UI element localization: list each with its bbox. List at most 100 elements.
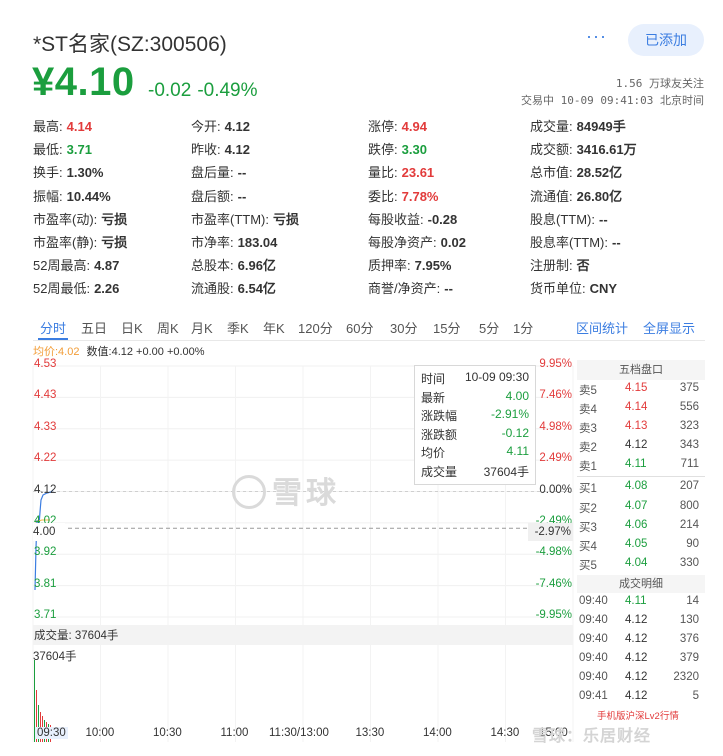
order-price: 4.04 <box>625 556 648 569</box>
y-right-tick: -9.95% <box>535 609 572 621</box>
tooltip-row: 成交量 37604手 <box>421 463 529 482</box>
tooltip-value: -2.91% <box>490 407 529 421</box>
tooltip-row: 均价 4.11 <box>421 444 529 463</box>
order-book-row: 买5 4.04 330 <box>577 555 705 574</box>
trade-row: 09:41 4.12 5 <box>577 688 705 707</box>
tooltip-value: 4.11 <box>506 444 529 458</box>
tooltip-label: 时间 <box>421 372 446 386</box>
tooltip-label: 成交量 <box>421 464 458 479</box>
xueqiu-logo-icon <box>232 475 266 510</box>
trade-price: 4.12 <box>625 614 648 627</box>
trade-row: 09:40 4.12 2320 <box>577 669 705 688</box>
y-right-tick: 4.98% <box>539 420 572 433</box>
trade-time: 09:40 <box>579 633 608 646</box>
order-volume: 375 <box>679 382 699 394</box>
order-book-row: 卖1 4.11 711 <box>577 456 705 475</box>
order-price: 4.12 <box>625 439 648 452</box>
order-book: 五档盘口 卖5 4.15 375 卖4 4.14 556 卖3 4.13 323 卖2 4.12 343… <box>577 360 705 724</box>
y-left-tick: 3.71 <box>34 609 57 621</box>
xueqiu-watermark: 雪球 <box>232 468 340 512</box>
order-level: 卖3 <box>579 423 597 436</box>
order-price: 4.06 <box>625 518 648 531</box>
order-price: 4.14 <box>625 401 648 414</box>
order-book-row: 卖2 4.12 343 <box>577 437 705 456</box>
order-volume: 556 <box>679 401 699 414</box>
y-left-tick: 4.53 <box>34 358 57 370</box>
tooltip-value: 10-09 09:30 <box>464 370 529 384</box>
order-volume: 343 <box>679 439 699 452</box>
trade-row: 09:40 4.12 130 <box>577 612 705 631</box>
order-price: 4.08 <box>625 480 648 493</box>
trade-time: 09:40 <box>579 594 608 607</box>
order-level: 卖2 <box>579 442 597 455</box>
order-price: 4.15 <box>625 382 648 394</box>
trade-price: 4.12 <box>625 652 648 665</box>
volume-value: 37604手 <box>33 651 77 663</box>
trade-row: 09:40 4.12 379 <box>577 650 705 669</box>
trade-price: 4.12 <box>625 690 648 703</box>
order-volume: 711 <box>680 458 699 471</box>
trade-row: 09:40 4.12 376 <box>577 631 705 650</box>
order-level: 买4 <box>579 540 597 553</box>
tooltip-value: -0.12 <box>501 425 529 440</box>
order-book-row: 卖4 4.14 556 <box>577 399 705 418</box>
y-right-tick: -7.46% <box>535 577 572 590</box>
order-book-row: 买3 4.06 214 <box>577 517 705 536</box>
x-tick: 10:30 <box>153 727 182 739</box>
volume-label: 成交量: 37604手 <box>34 630 119 642</box>
lv2-link[interactable]: 手机版沪深Lv2行情 <box>597 708 679 722</box>
tooltip-value: 37604手 <box>483 464 529 479</box>
tooltip-label: 涨跌幅 <box>421 409 458 423</box>
trade-price: 4.12 <box>625 633 648 646</box>
order-book-divider <box>577 476 705 478</box>
order-level: 买3 <box>579 521 597 534</box>
y-left-tick: 3.81 <box>34 577 57 590</box>
trade-volume: 14 <box>686 594 699 607</box>
y-left-tick: 4.22 <box>34 452 57 465</box>
order-price: 4.07 <box>625 499 648 512</box>
order-level: 买5 <box>579 559 597 572</box>
order-book-row: 买1 4.08 207 <box>577 478 705 497</box>
trade-volume: 376 <box>679 633 699 646</box>
trade-volume: 2320 <box>673 671 699 684</box>
x-tick: 09:30 <box>35 727 68 739</box>
tooltip-row: 涨跌幅 -2.91% <box>421 407 529 426</box>
tooltip-label: 涨跌额 <box>421 427 458 442</box>
trade-row: 09:40 4.11 14 <box>577 593 705 612</box>
crosshair-pct: -2.97% <box>528 523 573 541</box>
order-book-row: 卖3 4.13 323 <box>577 418 705 437</box>
trade-price: 4.11 <box>625 594 647 607</box>
trade-price: 4.12 <box>625 671 648 684</box>
y-left-tick: 4.43 <box>34 389 57 402</box>
order-level: 卖4 <box>579 404 597 417</box>
tooltip-row: 时间 10-09 09:30 <box>421 370 529 389</box>
order-volume: 800 <box>679 499 699 512</box>
tooltip-value: 4.00 <box>505 388 529 403</box>
chart-tooltip: 时间 10-09 09:30 最新 4.00 涨跌幅 -2.91% 涨跌额 -0.12 均价 4.… <box>414 365 536 485</box>
y-right-tick: 9.95% <box>539 358 572 370</box>
order-volume: 214 <box>679 518 699 531</box>
tooltip-row: 最新 4.00 <box>421 389 529 408</box>
x-tick: 13:30 <box>355 727 385 739</box>
y-left-tick: 4.33 <box>34 420 57 433</box>
trade-volume: 379 <box>679 652 699 665</box>
trade-volume: 130 <box>679 614 699 627</box>
trade-time: 09:41 <box>579 690 608 703</box>
order-price: 4.05 <box>625 537 648 550</box>
order-book-row: 卖5 4.15 375 <box>577 380 705 399</box>
trade-time: 09:40 <box>579 671 608 684</box>
order-book-row: 买4 4.05 90 <box>577 536 705 555</box>
trade-time: 09:40 <box>579 614 608 627</box>
tooltip-label: 均价 <box>421 446 446 460</box>
order-volume: 207 <box>679 480 699 493</box>
bottom-watermark: 雪球：乐居财经 <box>532 728 652 745</box>
trade-time: 09:40 <box>579 652 608 665</box>
y-right-tick: -4.98% <box>535 546 572 559</box>
trades-title: 成交明细 <box>577 574 705 593</box>
volume-header: 成交量: 37604手 <box>33 625 573 645</box>
trade-volume: 5 <box>692 690 699 703</box>
x-tick: 11:30/13:00 <box>269 727 329 739</box>
y-left-tick: 3.92 <box>34 546 57 559</box>
order-level: 买1 <box>579 483 597 496</box>
order-volume: 330 <box>679 556 699 569</box>
